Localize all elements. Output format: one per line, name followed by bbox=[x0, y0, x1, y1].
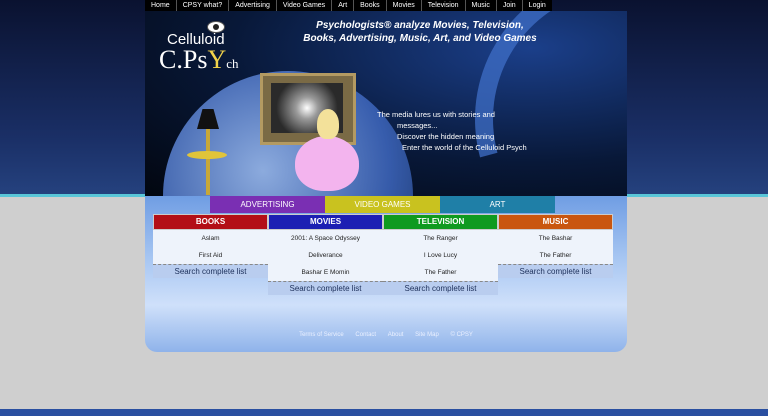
top-nav: Home CPSY what? Advertising Video Games … bbox=[145, 0, 552, 11]
footer-terms[interactable]: Terms of Service bbox=[299, 332, 344, 338]
list-item[interactable]: The Ranger bbox=[383, 230, 498, 247]
nav-home[interactable]: Home bbox=[145, 0, 177, 11]
side-table bbox=[187, 151, 227, 159]
list-item[interactable]: The Bashar bbox=[498, 230, 613, 247]
footer-links: Terms of Service Contact About Site Map … bbox=[145, 332, 627, 338]
nav-movies[interactable]: Movies bbox=[387, 0, 422, 11]
books-header[interactable]: BOOKS bbox=[153, 214, 268, 230]
movies-search-link[interactable]: Search complete list bbox=[268, 281, 383, 295]
footer-site-map[interactable]: Site Map bbox=[415, 332, 439, 338]
list-item[interactable]: Deliverance bbox=[268, 247, 383, 264]
television-header[interactable]: TELEVISION bbox=[383, 214, 498, 230]
list-item[interactable]: Bashar E Momin bbox=[268, 264, 383, 281]
content-panel: ADVERTISING VIDEO GAMES ART BOOKS Aslam … bbox=[145, 196, 627, 352]
nav-video-games[interactable]: Video Games bbox=[277, 0, 333, 11]
logo-cpsych: C.PsYch bbox=[159, 45, 239, 74]
movies-header[interactable]: MOVIES bbox=[268, 214, 383, 230]
bottom-band bbox=[0, 409, 768, 416]
list-item[interactable]: Aslam bbox=[153, 230, 268, 247]
list-item[interactable]: First Aid bbox=[153, 247, 268, 264]
nav-join[interactable]: Join bbox=[497, 0, 523, 11]
viewer-head bbox=[317, 109, 339, 139]
nav-art[interactable]: Art bbox=[332, 0, 355, 11]
nav-cpsy-what[interactable]: CPSY what? bbox=[177, 0, 230, 11]
nav-login[interactable]: Login bbox=[523, 0, 552, 11]
music-column: MUSIC The Bashar The Father Search compl… bbox=[498, 214, 613, 278]
list-item[interactable]: The Father bbox=[498, 247, 613, 264]
viewer-figure bbox=[295, 136, 359, 191]
footer-copyright: © CPSY bbox=[450, 332, 473, 338]
nav-advertising[interactable]: Advertising bbox=[229, 0, 277, 11]
list-item[interactable]: 2001: A Space Odyssey bbox=[268, 230, 383, 247]
tv-graphic bbox=[260, 73, 356, 145]
nav-books[interactable]: Books bbox=[354, 0, 387, 11]
music-header[interactable]: MUSIC bbox=[498, 214, 613, 230]
hero-message: The media lures us with stories and mess… bbox=[377, 110, 527, 152]
footer-about[interactable]: About bbox=[388, 332, 404, 338]
nav-television[interactable]: Television bbox=[422, 0, 466, 11]
television-search-link[interactable]: Search complete list bbox=[383, 281, 498, 295]
tab-art[interactable]: ART bbox=[440, 196, 555, 213]
category-tabs: ADVERTISING VIDEO GAMES ART bbox=[210, 196, 555, 213]
list-item[interactable]: I Love Lucy bbox=[383, 247, 498, 264]
hero-tagline: Psychologists® analyze Movies, Televisio… bbox=[303, 20, 537, 44]
movies-column: MOVIES 2001: A Space Odyssey Deliverance… bbox=[268, 214, 383, 295]
tab-advertising[interactable]: ADVERTISING bbox=[210, 196, 325, 213]
music-search-link[interactable]: Search complete list bbox=[498, 264, 613, 278]
books-search-link[interactable]: Search complete list bbox=[153, 264, 268, 278]
lamp-pole bbox=[206, 129, 210, 195]
list-item[interactable]: The Father bbox=[383, 264, 498, 281]
books-column: BOOKS Aslam First Aid Search complete li… bbox=[153, 214, 268, 278]
site-logo[interactable]: Celluloid C.PsYch bbox=[153, 17, 243, 77]
footer-contact[interactable]: Contact bbox=[355, 332, 376, 338]
television-column: TELEVISION The Ranger I Love Lucy The Fa… bbox=[383, 214, 498, 295]
tab-video-games[interactable]: VIDEO GAMES bbox=[325, 196, 440, 213]
nav-music[interactable]: Music bbox=[466, 0, 497, 11]
hero-banner: Celluloid C.PsYch Psychologists® analyze… bbox=[145, 11, 627, 196]
